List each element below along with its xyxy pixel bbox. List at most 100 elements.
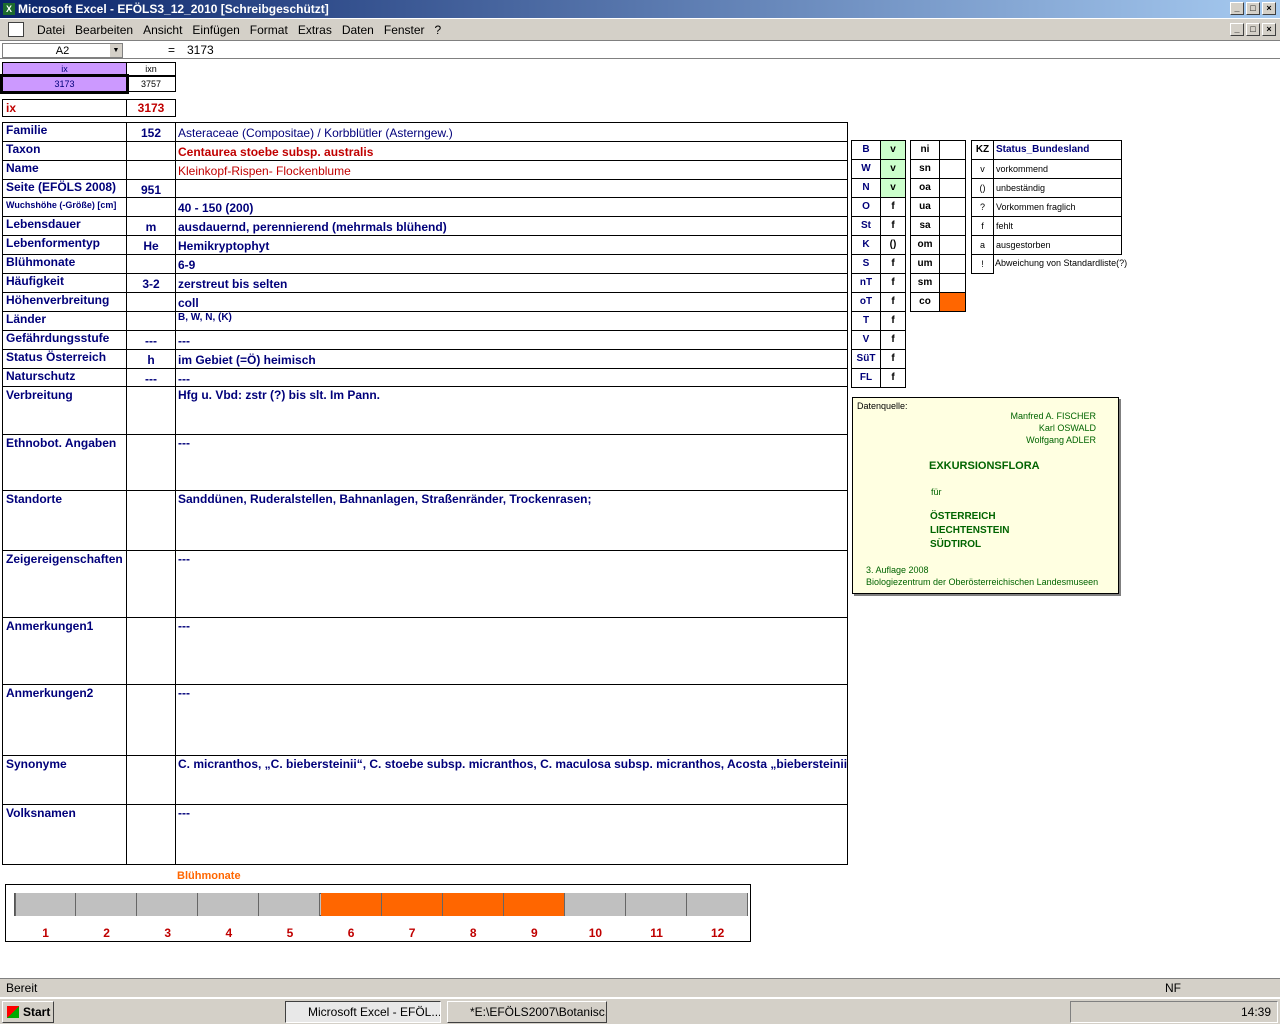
state-status[interactable]: () xyxy=(880,235,906,255)
legend-label[interactable]: unbeständig xyxy=(993,178,1122,198)
row-label[interactable]: Länder xyxy=(2,311,127,331)
legend-label[interactable]: fehlt xyxy=(993,216,1122,236)
row-value[interactable]: Hemikryptophyt xyxy=(175,235,848,255)
state-code[interactable]: SüT xyxy=(851,349,881,369)
menu-item-7[interactable]: Fenster xyxy=(379,19,430,41)
row-value[interactable]: 40 - 150 (200) xyxy=(175,197,848,217)
altitude-value[interactable] xyxy=(939,178,966,198)
tall-row-value[interactable]: Hfg u. Vbd: zstr (?) bis slt. Im Pann. xyxy=(175,386,848,435)
tall-row-label[interactable]: Anmerkungen2 xyxy=(2,684,127,756)
tall-row-label[interactable]: Volksnamen xyxy=(2,804,127,865)
tall-row-value[interactable]: --- xyxy=(175,804,848,865)
tall-row-value[interactable]: C. micranthos, „C. biebersteinii“, C. st… xyxy=(175,755,848,805)
altitude-value[interactable] xyxy=(939,216,966,236)
state-status[interactable]: f xyxy=(880,216,906,236)
row-value[interactable]: zerstreut bis selten xyxy=(175,273,848,293)
chevron-down-icon[interactable]: ▼ xyxy=(110,44,122,57)
state-status[interactable]: v xyxy=(880,159,906,179)
row-label[interactable]: Wuchshöhe (-Größe) [cm] xyxy=(2,197,127,217)
row-value[interactable]: im Gebiet (=Ö) heimisch xyxy=(175,349,848,369)
state-code[interactable]: oT xyxy=(851,292,881,312)
tall-row-code[interactable] xyxy=(126,490,176,551)
row-value[interactable]: ausdauernd, perennierend (mehrmals blühe… xyxy=(175,216,848,236)
row-label[interactable]: Status Österreich xyxy=(2,349,127,369)
tall-row-code[interactable] xyxy=(126,550,176,618)
altitude-value[interactable] xyxy=(939,140,966,160)
formula-input[interactable]: 3173 xyxy=(187,43,214,58)
tall-row-label[interactable]: Standorte xyxy=(2,490,127,551)
state-status[interactable]: f xyxy=(880,197,906,217)
row-label[interactable]: Naturschutz xyxy=(2,368,127,387)
altitude-code[interactable]: sm xyxy=(910,273,940,293)
ix-label-cell[interactable]: ix xyxy=(2,99,127,117)
ixn-value-cell[interactable]: 3757 xyxy=(126,76,176,92)
ix-value-cell[interactable]: 3173 xyxy=(0,74,129,94)
legend-label[interactable]: ausgestorben xyxy=(993,235,1122,255)
row-value[interactable]: Kleinkopf-Rispen- Flockenblume xyxy=(175,160,848,180)
menu-item-2[interactable]: Ansicht xyxy=(138,19,187,41)
state-code[interactable]: O xyxy=(851,197,881,217)
row-label[interactable]: Name xyxy=(2,160,127,180)
row-code[interactable]: --- xyxy=(126,368,176,387)
row-code[interactable] xyxy=(126,197,176,217)
row-value[interactable]: B, W, N, (K) xyxy=(175,311,848,331)
row-label[interactable]: Häufigkeit xyxy=(2,273,127,293)
row-value[interactable]: Centaurea stoebe subsp. australis xyxy=(175,141,848,161)
altitude-value[interactable] xyxy=(939,159,966,179)
row-label[interactable]: Lebensdauer xyxy=(2,216,127,236)
row-label[interactable]: Seite (EFÖLS 2008) xyxy=(2,179,127,198)
tall-row-code[interactable] xyxy=(126,434,176,491)
state-code[interactable]: T xyxy=(851,311,881,331)
legend-code[interactable]: ! xyxy=(971,254,994,274)
tall-row-label[interactable]: Anmerkungen1 xyxy=(2,617,127,685)
tall-row-code[interactable] xyxy=(126,684,176,756)
row-value[interactable]: coll xyxy=(175,292,848,312)
legend-code[interactable]: f xyxy=(971,216,994,236)
row-label[interactable]: Lebenformentyp xyxy=(2,235,127,255)
state-status[interactable]: f xyxy=(880,273,906,293)
legend-code[interactable]: ? xyxy=(971,197,994,217)
row-label[interactable]: Höhenverbreitung xyxy=(2,292,127,312)
row-code[interactable]: 3-2 xyxy=(126,273,176,293)
row-code[interactable]: He xyxy=(126,235,176,255)
state-code[interactable]: N xyxy=(851,178,881,198)
source-note[interactable]: Datenquelle: Manfred A. FISCHER Karl OSWA… xyxy=(852,397,1119,594)
tall-row-code[interactable] xyxy=(126,755,176,805)
row-code[interactable]: h xyxy=(126,349,176,369)
state-code[interactable]: K xyxy=(851,235,881,255)
doc-minimize-button[interactable]: _ xyxy=(1230,23,1244,36)
altitude-value[interactable] xyxy=(939,235,966,255)
tall-row-value[interactable]: --- xyxy=(175,617,848,685)
state-status[interactable]: f xyxy=(880,330,906,350)
row-label[interactable]: Gefährdungsstufe xyxy=(2,330,127,350)
row-value[interactable]: Asteraceae (Compositae) / Korbblütler (A… xyxy=(175,122,848,142)
row-code[interactable] xyxy=(126,160,176,180)
state-status[interactable]: v xyxy=(880,140,906,160)
tall-row-value[interactable]: --- xyxy=(175,550,848,618)
altitude-code[interactable]: ua xyxy=(910,197,940,217)
tall-row-label[interactable]: Verbreitung xyxy=(2,386,127,435)
menu-item-6[interactable]: Daten xyxy=(337,19,379,41)
state-code[interactable]: S xyxy=(851,254,881,274)
state-status[interactable]: f xyxy=(880,311,906,331)
state-code[interactable]: V xyxy=(851,330,881,350)
tall-row-value[interactable]: --- xyxy=(175,684,848,756)
ix-number-cell[interactable]: 3173 xyxy=(126,99,176,117)
document-icon[interactable] xyxy=(8,22,24,37)
altitude-value[interactable] xyxy=(939,273,966,293)
tall-row-code[interactable] xyxy=(126,617,176,685)
row-code[interactable]: 152 xyxy=(126,122,176,142)
start-button[interactable]: Start xyxy=(2,1001,54,1023)
state-status[interactable]: f xyxy=(880,254,906,274)
ixn-header-cell[interactable]: ixn xyxy=(126,62,176,76)
menu-item-3[interactable]: Einfügen xyxy=(187,19,244,41)
row-code[interactable] xyxy=(126,141,176,161)
legend-code[interactable]: a xyxy=(971,235,994,255)
row-label[interactable]: Blühmonate xyxy=(2,254,127,274)
close-button[interactable]: × xyxy=(1262,2,1276,15)
menu-item-0[interactable]: Datei xyxy=(32,19,70,41)
clock[interactable]: 14:39 xyxy=(1241,1005,1271,1019)
state-code[interactable]: St xyxy=(851,216,881,236)
state-code[interactable]: FL xyxy=(851,368,881,388)
row-code[interactable] xyxy=(126,254,176,274)
